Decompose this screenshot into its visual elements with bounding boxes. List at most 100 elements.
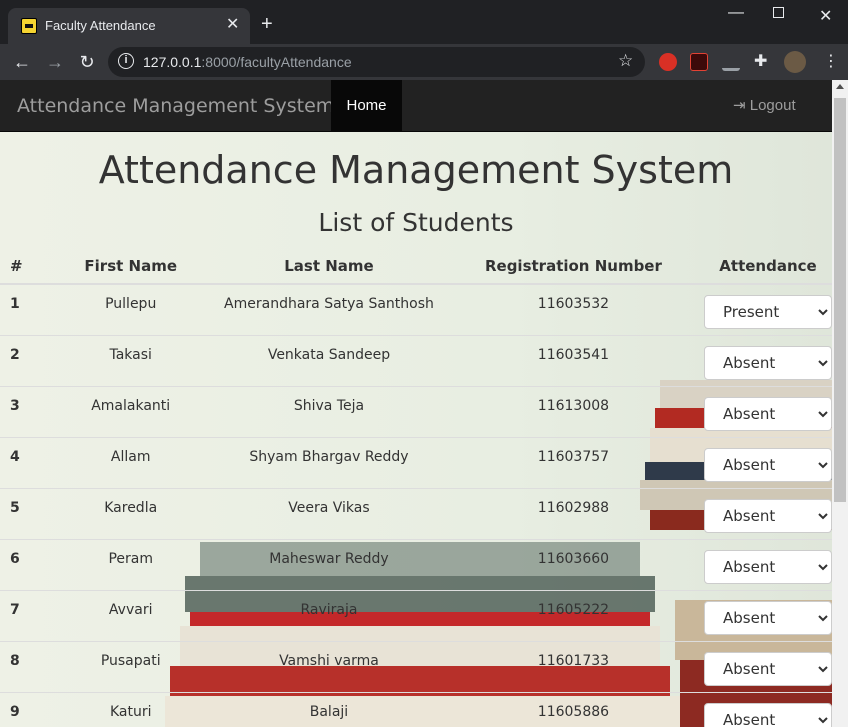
close-window-icon[interactable]: ✕ (819, 6, 832, 26)
last-name-cell: Raviraja (215, 589, 443, 641)
attendance-select[interactable]: Absent (704, 396, 832, 431)
first-name-cell: Amalakanti (46, 385, 216, 437)
close-tab-icon[interactable]: ✕ (226, 16, 239, 34)
extensions-puzzle-icon[interactable]: ✚ (754, 53, 772, 71)
registration-cell: 11603660 (442, 538, 704, 590)
extension-shield-icon[interactable] (659, 53, 677, 71)
registration-cell: 11601733 (442, 640, 704, 692)
section-title: List of Students (318, 208, 514, 237)
registration-cell: 11603757 (442, 436, 704, 488)
first-name-cell: Takasi (46, 334, 216, 386)
table-row: 7 Avvari Raviraja 11605222 Absent (0, 589, 832, 641)
table-row: 4 Allam Shyam Bhargav Reddy 11603757 Absent (0, 436, 832, 488)
attendance-cell: Absent (704, 589, 832, 641)
registration-cell: 11605886 (442, 691, 704, 727)
first-name-cell: Pusapati (46, 640, 216, 692)
browser-menu-icon[interactable]: ⋮ (822, 53, 840, 71)
attendance-cell: Absent (704, 487, 832, 539)
row-index: 9 (0, 691, 47, 727)
logout-link[interactable]: ⇥ Logout (733, 96, 796, 114)
extension-chart-icon[interactable] (722, 53, 740, 71)
row-index: 6 (0, 538, 47, 590)
col-header-index: # (0, 248, 47, 285)
attendance-select[interactable]: Absent (704, 498, 832, 533)
row-index: 2 (0, 334, 47, 386)
last-name-cell: Vamshi varma (215, 640, 443, 692)
attendance-cell: Absent (704, 436, 832, 488)
row-index: 8 (0, 640, 47, 692)
url-text[interactable]: 127.0.0.1:8000/facultyAttendance (143, 54, 352, 70)
table-row: 5 Karedla Veera Vikas 11602988 Absent (0, 487, 832, 539)
navbar-brand[interactable]: Attendance Management System (17, 95, 334, 117)
minimize-icon[interactable]: — (728, 4, 744, 22)
table-row: 8 Pusapati Vamshi varma 11601733 Absent (0, 640, 832, 692)
attendance-cell: Absent (704, 334, 832, 386)
attendance-select[interactable]: Absent (704, 600, 832, 635)
extension-pdf-icon[interactable] (690, 53, 708, 71)
last-name-cell: Shiva Teja (215, 385, 443, 437)
table-row: 2 Takasi Venkata Sandeep 11603541 Absent (0, 334, 832, 386)
row-index: 7 (0, 589, 47, 641)
attendance-select[interactable]: Absent (704, 549, 832, 584)
registration-cell: 11603532 (442, 283, 704, 335)
scrollbar-thumb[interactable] (834, 98, 846, 502)
page-scrollbar[interactable] (832, 80, 848, 727)
reload-icon[interactable]: ↻ (75, 50, 99, 74)
first-name-cell: Avvari (46, 589, 216, 641)
address-bar[interactable]: i 127.0.0.1:8000/facultyAttendance ☆ (108, 47, 645, 77)
attendance-cell: Present (704, 283, 832, 335)
site-favicon-icon (21, 18, 37, 34)
forward-icon[interactable]: → (43, 50, 67, 74)
row-index: 4 (0, 436, 47, 488)
students-table: # First Name Last Name Registration Numb… (0, 248, 832, 727)
col-header-last-name: Last Name (215, 248, 443, 285)
logout-icon: ⇥ (733, 97, 746, 114)
scroll-up-icon[interactable] (836, 84, 844, 89)
site-info-icon[interactable]: i (118, 53, 134, 69)
registration-cell: 11613008 (442, 385, 704, 437)
maximize-icon[interactable] (773, 7, 784, 18)
attendance-cell: Absent (704, 385, 832, 437)
attendance-cell: Absent (704, 691, 832, 727)
attendance-cell: Absent (704, 640, 832, 692)
nav-home-link[interactable]: Home (331, 80, 402, 131)
attendance-select[interactable]: Absent (704, 345, 832, 380)
bookmark-star-icon[interactable]: ☆ (618, 51, 633, 71)
row-index: 1 (0, 283, 47, 335)
table-row: 9 Katuri Balaji 11605886 Absent (0, 691, 832, 727)
table-row: 6 Peram Maheswar Reddy 11603660 Absent (0, 538, 832, 590)
browser-toolbar: ← → ↻ i 127.0.0.1:8000/facultyAttendance… (0, 44, 848, 80)
browser-tab[interactable]: Faculty Attendance ✕ (8, 8, 250, 44)
first-name-cell: Peram (46, 538, 216, 590)
tab-title: Faculty Attendance (45, 18, 156, 33)
attendance-select[interactable]: Present (704, 295, 832, 329)
new-tab-icon[interactable]: + (261, 14, 273, 34)
top-navbar: Attendance Management System Home ⇥ Logo… (0, 80, 832, 132)
last-name-cell: Venkata Sandeep (215, 334, 443, 386)
attendance-select[interactable]: Absent (704, 447, 832, 482)
attendance-select[interactable]: Absent (704, 651, 832, 686)
registration-cell: 11605222 (442, 589, 704, 641)
first-name-cell: Karedla (46, 487, 216, 539)
row-index: 3 (0, 385, 47, 437)
registration-cell: 11603541 (442, 334, 704, 386)
row-index: 5 (0, 487, 47, 539)
browser-tab-strip: Faculty Attendance ✕ + — ✕ (0, 0, 848, 44)
table-header-row: # First Name Last Name Registration Numb… (0, 248, 832, 285)
profile-avatar[interactable] (784, 51, 806, 73)
first-name-cell: Pullepu (46, 283, 216, 335)
page-title: Attendance Management System (98, 148, 734, 192)
table-row: 1 Pullepu Amerandhara Satya Santhosh 116035… (0, 283, 832, 335)
table-row: 3 Amalakanti Shiva Teja 11613008 Absent (0, 385, 832, 437)
last-name-cell: Balaji (215, 691, 443, 727)
page-viewport: Attendance Management System Home ⇥ Logo… (0, 80, 832, 727)
last-name-cell: Amerandhara Satya Santhosh (215, 283, 443, 335)
last-name-cell: Shyam Bhargav Reddy (215, 436, 443, 488)
registration-cell: 11602988 (442, 487, 704, 539)
attendance-select[interactable]: Absent (704, 702, 832, 727)
back-icon[interactable]: ← (10, 50, 34, 74)
col-header-first-name: First Name (46, 248, 216, 285)
first-name-cell: Allam (46, 436, 216, 488)
col-header-registration: Registration Number (442, 248, 704, 285)
col-header-attendance: Attendance (704, 248, 832, 285)
